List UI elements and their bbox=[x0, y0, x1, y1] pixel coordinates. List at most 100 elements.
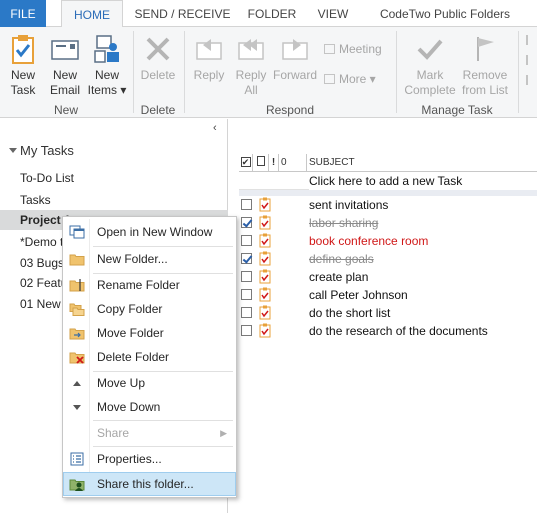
table-row[interactable]: sent invitations bbox=[239, 196, 537, 214]
tab-file[interactable]: FILE bbox=[0, 0, 46, 27]
reply-all-label-1: Reply bbox=[235, 68, 267, 82]
checkbox-header-icon: ✔ bbox=[240, 157, 251, 167]
new-items-label-2: Items ▾ bbox=[87, 83, 127, 97]
menu-item-share[interactable]: Share ▶ bbox=[64, 422, 235, 444]
group-label-respond: Respond bbox=[265, 103, 315, 117]
forward-button[interactable]: Forward bbox=[272, 33, 318, 83]
task-clipboard-icon bbox=[259, 305, 271, 320]
task-subject: call Peter Johnson bbox=[309, 288, 408, 302]
group-separator bbox=[184, 31, 185, 113]
table-row[interactable]: create plan bbox=[239, 268, 537, 286]
menu-item-share-this-folder[interactable]: Share this folder... bbox=[63, 472, 236, 496]
task-subject: do the research of the documents bbox=[309, 324, 488, 338]
ribbon-overflow bbox=[526, 35, 534, 95]
delete-label: Delete bbox=[140, 68, 176, 82]
menu-item-move-folder[interactable]: Move Folder bbox=[64, 322, 235, 344]
new-items-button[interactable]: New Items ▾ bbox=[86, 33, 128, 98]
menu-item-label: Properties... bbox=[97, 452, 162, 466]
menu-item-label: Delete Folder bbox=[97, 350, 170, 364]
reply-all-button[interactable]: Reply All bbox=[232, 33, 270, 98]
task-complete-checkbox[interactable] bbox=[241, 325, 252, 336]
meeting-label: Meeting bbox=[339, 42, 382, 56]
menu-item-delete-folder[interactable]: Delete Folder bbox=[64, 346, 235, 368]
menu-item-move-down[interactable]: Move Down bbox=[64, 396, 235, 418]
menu-item-open-in-new-window[interactable]: Open in New Window bbox=[64, 221, 235, 243]
expand-triangle-icon[interactable] bbox=[9, 148, 17, 153]
task-clipboard-icon bbox=[259, 323, 271, 338]
collapse-pane-button[interactable]: ‹ bbox=[213, 122, 217, 134]
ribbon-tab-bar: FILE HOME SEND / RECEIVE FOLDER VIEW Cod… bbox=[0, 0, 537, 28]
menu-item-move-up[interactable]: Move Up bbox=[64, 372, 235, 394]
table-row[interactable]: book conference room bbox=[239, 232, 537, 250]
menu-item-rename-folder[interactable]: Rename Folder bbox=[64, 274, 235, 296]
tab-home[interactable]: HOME bbox=[61, 0, 123, 28]
folder-item-to-do-list[interactable]: To-Do List bbox=[20, 171, 74, 185]
tab-view[interactable]: VIEW bbox=[308, 0, 358, 27]
paperclip-header-icon: 0 bbox=[281, 157, 287, 168]
new-email-button[interactable]: New Email bbox=[46, 33, 84, 98]
tab-send-receive[interactable]: SEND / RECEIVE bbox=[130, 0, 235, 27]
mark-complete-button[interactable]: Mark Complete bbox=[402, 33, 458, 98]
remove-from-list-button[interactable]: Remove from List bbox=[458, 33, 512, 98]
tab-codetwo-public-folders[interactable]: CodeTwo Public Folders bbox=[366, 0, 524, 27]
task-complete-checkbox[interactable] bbox=[241, 289, 252, 300]
menu-item-new-folder[interactable]: New Folder... bbox=[64, 248, 235, 270]
flag-remove-icon bbox=[477, 37, 494, 61]
folder-item-tasks[interactable]: Tasks bbox=[20, 193, 51, 207]
triangle-down-icon bbox=[73, 405, 81, 410]
mark-complete-label-2: Complete bbox=[404, 83, 456, 97]
meeting-button[interactable]: Meeting bbox=[324, 41, 382, 57]
menu-item-properties[interactable]: Properties... bbox=[64, 448, 235, 470]
new-items-icon bbox=[94, 35, 119, 63]
group-label-manage-task: Manage Task bbox=[421, 103, 493, 117]
group-separator bbox=[133, 31, 134, 113]
more-button[interactable]: More ▾ bbox=[324, 71, 376, 87]
delete-button[interactable]: Delete bbox=[138, 33, 178, 83]
folder-item-02-features[interactable]: 02 Featu bbox=[20, 276, 67, 290]
my-tasks-header[interactable]: My Tasks bbox=[20, 143, 74, 158]
forward-label: Forward bbox=[272, 68, 317, 82]
folder-item-01-new[interactable]: 01 New bbox=[20, 297, 61, 311]
menu-item-copy-folder[interactable]: Copy Folder bbox=[64, 298, 235, 320]
remove-from-list-label-2: from List bbox=[461, 83, 508, 97]
attachment-column-header[interactable]: 0 bbox=[279, 154, 307, 172]
tab-folder[interactable]: FOLDER bbox=[240, 0, 304, 27]
task-complete-checkbox[interactable] bbox=[241, 199, 252, 210]
menu-item-label: Share this folder... bbox=[97, 477, 194, 491]
folder-context-menu: Open in New Window New Folder... Rename … bbox=[62, 216, 237, 498]
priority-column-header[interactable]: ! bbox=[269, 154, 279, 172]
new-task-label-2: Task bbox=[10, 83, 36, 97]
task-complete-checkbox[interactable] bbox=[241, 271, 252, 282]
reply-all-icon bbox=[238, 39, 264, 60]
menu-item-label: Move Folder bbox=[97, 326, 164, 340]
task-clipboard-icon bbox=[259, 215, 271, 230]
table-row[interactable]: define goals bbox=[239, 250, 537, 268]
task-complete-checkbox[interactable] bbox=[241, 253, 252, 264]
folder-item-03-bugs[interactable]: 03 Bugs bbox=[20, 256, 64, 270]
subject-column-header[interactable]: SUBJECT bbox=[309, 154, 355, 172]
task-subject: sent invitations bbox=[309, 198, 389, 212]
new-task-input[interactable]: Click here to add a new Task bbox=[309, 172, 537, 190]
menu-separator bbox=[93, 246, 233, 247]
complete-column-header[interactable]: ✔ bbox=[239, 154, 253, 172]
mark-complete-label-1: Mark bbox=[416, 68, 444, 82]
folder-item-demo[interactable]: *Demo t bbox=[20, 235, 63, 249]
menu-item-label: Open in New Window bbox=[97, 225, 213, 239]
task-complete-checkbox[interactable] bbox=[241, 307, 252, 318]
task-complete-checkbox[interactable] bbox=[241, 235, 252, 246]
folder-icon bbox=[69, 254, 85, 266]
table-row[interactable]: labor sharing bbox=[239, 214, 537, 232]
task-complete-checkbox[interactable] bbox=[241, 217, 252, 228]
icon-column-header[interactable] bbox=[253, 154, 269, 172]
task-clipboard-icon bbox=[259, 251, 271, 266]
table-row[interactable]: call Peter Johnson bbox=[239, 286, 537, 304]
envelope-icon bbox=[51, 40, 79, 60]
document-header-icon bbox=[256, 156, 265, 166]
new-task-button[interactable]: New Task bbox=[4, 33, 42, 98]
reply-button[interactable]: Reply bbox=[190, 33, 228, 83]
open-window-icon bbox=[69, 225, 85, 239]
table-row[interactable]: do the short list bbox=[239, 304, 537, 322]
new-email-label-1: New bbox=[52, 68, 77, 82]
triangle-up-icon bbox=[73, 381, 81, 386]
table-row[interactable]: do the research of the documents bbox=[239, 322, 537, 340]
